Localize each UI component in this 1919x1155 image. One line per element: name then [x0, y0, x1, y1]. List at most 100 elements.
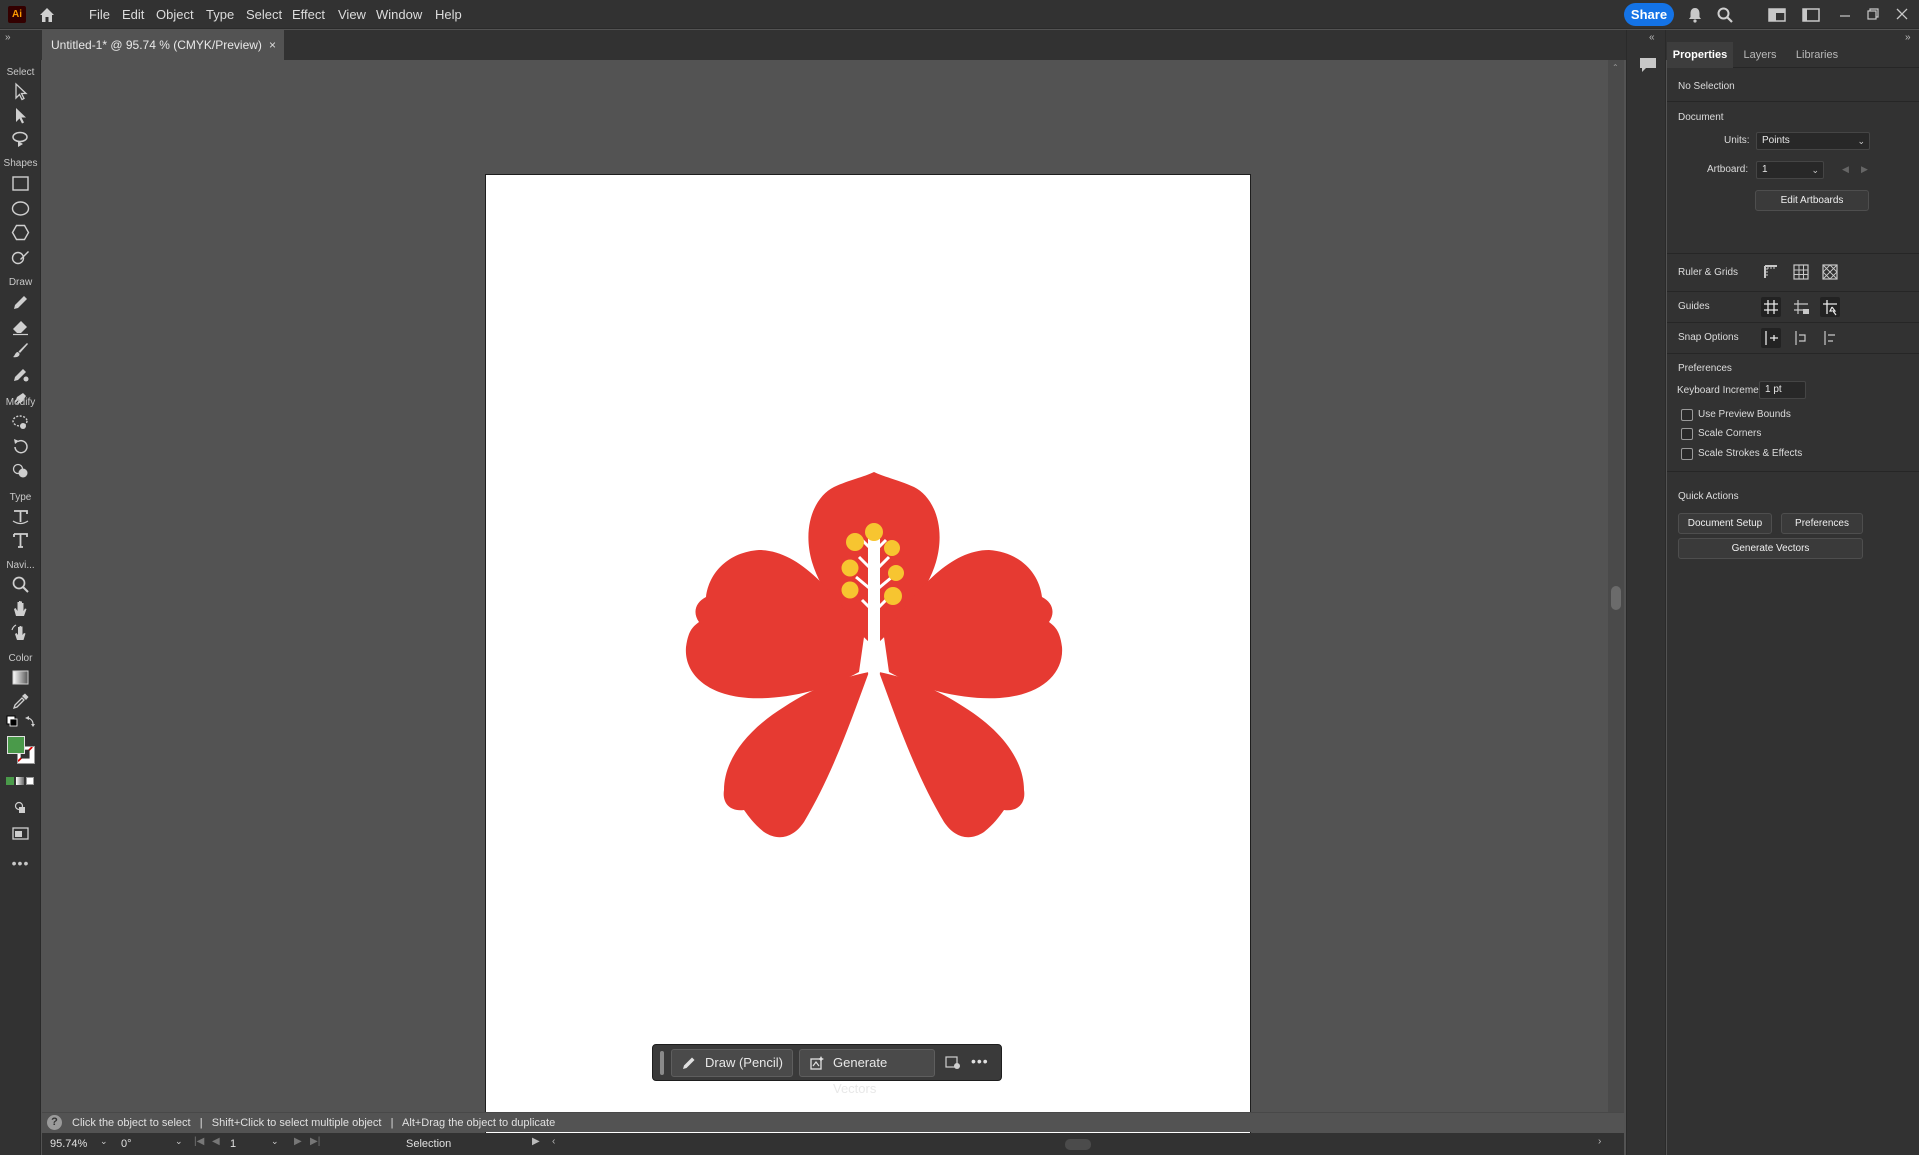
type-tool[interactable]	[10, 530, 31, 551]
taskbar-more-button[interactable]: •••	[971, 1053, 989, 1069]
last-artboard-icon[interactable]: ▶|	[310, 1136, 320, 1147]
type-on-path-tool[interactable]	[10, 506, 31, 527]
lock-guides-icon[interactable]	[1791, 297, 1811, 317]
scroll-up-icon[interactable]: ⌃	[1612, 63, 1619, 72]
document-tab-close-button[interactable]: ×	[269, 30, 276, 60]
document-tab[interactable]: Untitled-1* @ 95.74 % (CMYK/Preview) ×	[42, 30, 284, 60]
pencil-tool[interactable]	[10, 292, 31, 313]
shape-builder-tool[interactable]	[10, 460, 31, 481]
selection-tool[interactable]	[10, 81, 31, 102]
shaper-tool[interactable]	[10, 247, 31, 268]
transparency-grid-icon[interactable]	[1820, 262, 1840, 282]
first-artboard-icon[interactable]: |◀	[194, 1136, 204, 1147]
share-button[interactable]: Share	[1624, 3, 1674, 26]
blob-brush-tool[interactable]	[10, 364, 31, 385]
panel-toggle-icon[interactable]	[1801, 5, 1821, 25]
tab-properties[interactable]: Properties	[1667, 42, 1733, 68]
fill-swatch[interactable]	[7, 736, 25, 754]
menu-window[interactable]: Window	[376, 0, 422, 29]
zoom-dropdown-icon[interactable]: ⌄	[100, 1136, 108, 1147]
units-dropdown[interactable]: Points ⌄	[1756, 132, 1870, 150]
status-menu-arrow-icon[interactable]: ▶	[532, 1136, 540, 1147]
collapse-toolbar-icon[interactable]: »	[5, 32, 11, 43]
ellipse-tool[interactable]	[10, 198, 31, 219]
artboard-dropdown[interactable]: 1 ⌄	[1756, 161, 1824, 179]
next-artboard-arrow-icon[interactable]: ▶	[1861, 164, 1868, 175]
snap-to-glyph-icon[interactable]	[1820, 328, 1840, 348]
vertical-scrollbar[interactable]: ⌃ ⌄	[1608, 60, 1624, 1132]
search-icon[interactable]	[1715, 5, 1735, 25]
color-mode-icon[interactable]	[6, 777, 14, 785]
hand-tool[interactable]	[10, 598, 31, 619]
eyedropper-tool[interactable]	[10, 691, 31, 712]
help-icon[interactable]: ?	[47, 1115, 62, 1130]
rotation-dropdown-icon[interactable]: ⌄	[175, 1136, 183, 1147]
hibiscus-flower-artwork[interactable]	[684, 472, 1064, 842]
draw-mode-tool[interactable]	[10, 801, 31, 815]
close-icon[interactable]	[1893, 5, 1913, 25]
zoom-tool[interactable]	[10, 574, 31, 595]
previous-artboard-icon[interactable]: ◀	[212, 1136, 220, 1147]
artboard[interactable]	[485, 174, 1251, 1155]
home-icon[interactable]	[38, 6, 56, 24]
vertical-scroll-thumb[interactable]	[1611, 586, 1621, 610]
menu-effect[interactable]: Effect	[292, 0, 325, 29]
previous-artboard-arrow-icon[interactable]: ◀	[1842, 164, 1849, 175]
scale-strokes-effects-checkbox[interactable]	[1681, 448, 1693, 460]
horizontal-scroll-thumb[interactable]	[1065, 1139, 1091, 1150]
generate-vectors-quick-button[interactable]: Generate Vectors	[1678, 538, 1863, 559]
snap-to-point-icon[interactable]	[1761, 328, 1781, 348]
menu-select[interactable]: Select	[246, 0, 282, 29]
snap-to-pixel-icon[interactable]	[1791, 328, 1811, 348]
workspace-icon[interactable]	[1767, 5, 1787, 25]
canvas-area[interactable]: Draw (Pencil) Generate Vectors •••	[42, 60, 1608, 1155]
rectangle-tool[interactable]	[10, 173, 31, 194]
document-setup-button[interactable]: Document Setup	[1678, 513, 1772, 534]
next-artboard-icon[interactable]: ▶	[294, 1136, 302, 1147]
image-trace-icon[interactable]	[945, 1055, 961, 1071]
bell-icon[interactable]	[1685, 5, 1705, 25]
menu-file[interactable]: File	[89, 0, 110, 29]
gradient-mode-icon[interactable]	[16, 777, 24, 785]
direct-selection-tool[interactable]	[10, 105, 31, 126]
menu-view[interactable]: View	[338, 0, 366, 29]
menu-help[interactable]: Help	[435, 0, 462, 29]
eraser-tool[interactable]	[10, 316, 31, 337]
paintbrush-tool[interactable]	[10, 340, 31, 361]
zoom-level-field[interactable]: 95.74%	[46, 1136, 98, 1152]
menu-type[interactable]: Type	[206, 0, 234, 29]
none-mode-icon[interactable]	[26, 777, 34, 785]
edit-artboards-button[interactable]: Edit Artboards	[1755, 190, 1869, 211]
grid-icon[interactable]	[1791, 262, 1811, 282]
magic-wand-tool[interactable]	[10, 129, 31, 150]
menu-edit[interactable]: Edit	[122, 0, 144, 29]
tab-layers[interactable]: Layers	[1735, 42, 1785, 68]
draw-pencil-button[interactable]: Draw (Pencil)	[671, 1049, 793, 1077]
artboard-dropdown-icon[interactable]: ⌄	[271, 1136, 279, 1147]
gradient-tool[interactable]	[10, 667, 31, 688]
keyboard-increment-field[interactable]: 1 pt	[1759, 381, 1806, 399]
default-colors-swap[interactable]	[6, 714, 36, 730]
lasso-tool[interactable]	[10, 412, 31, 433]
scroll-left-icon[interactable]: ‹	[552, 1136, 555, 1147]
rotate-view-tool[interactable]	[10, 622, 31, 643]
scroll-right-icon[interactable]: ›	[1598, 1136, 1601, 1147]
menu-object[interactable]: Object	[156, 0, 194, 29]
polygon-tool[interactable]	[10, 222, 31, 243]
scale-corners-checkbox[interactable]	[1681, 428, 1693, 440]
use-preview-bounds-checkbox[interactable]	[1681, 409, 1693, 421]
expand-panels-icon[interactable]: «	[1649, 32, 1655, 43]
fill-stroke-swatch[interactable]	[5, 734, 37, 766]
color-mode-buttons[interactable]	[6, 777, 36, 787]
show-guides-icon[interactable]	[1761, 297, 1781, 317]
rulers-icon[interactable]	[1761, 262, 1781, 282]
taskbar-drag-handle[interactable]	[660, 1051, 664, 1075]
generate-vectors-button[interactable]: Generate Vectors	[799, 1049, 935, 1096]
comments-icon[interactable]	[1638, 56, 1658, 74]
rotate-tool[interactable]	[10, 436, 31, 457]
artboard-number-field[interactable]: 1	[226, 1136, 266, 1152]
restore-icon[interactable]	[1864, 5, 1884, 25]
preferences-button[interactable]: Preferences	[1781, 513, 1863, 534]
rotation-field[interactable]: 0°	[117, 1136, 169, 1152]
tab-libraries[interactable]: Libraries	[1787, 42, 1847, 68]
